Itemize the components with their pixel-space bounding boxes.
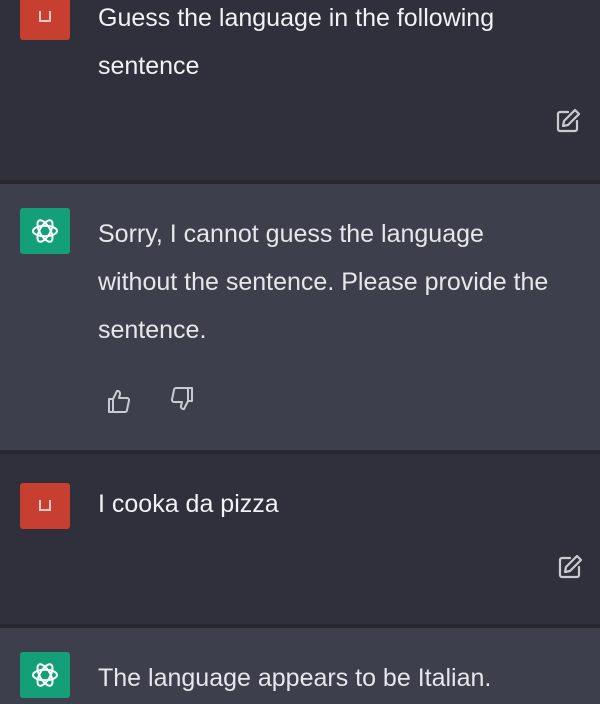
openai-logo-icon <box>32 219 58 243</box>
assistant-message: The language appears to be Italian. <box>0 628 600 704</box>
edit-icon <box>558 554 583 579</box>
assistant-avatar <box>20 208 70 254</box>
user-avatar-icon <box>39 500 51 511</box>
edit-icon <box>556 108 581 133</box>
user-message: I cooka da pizza <box>0 454 600 624</box>
message-text: I cooka da pizza <box>98 490 279 518</box>
assistant-message: Sorry, I cannot guess the language witho… <box>0 184 600 450</box>
openai-logo-icon <box>32 663 58 687</box>
message-text: Sorry, I cannot guess the language witho… <box>98 220 549 344</box>
message-text: Guess the language in the following sent… <box>98 4 495 80</box>
edit-button[interactable] <box>555 552 585 582</box>
user-avatar-icon <box>39 11 51 22</box>
user-message: Guess the language in the following sent… <box>0 0 600 180</box>
thumbs-down-button[interactable] <box>167 384 197 414</box>
assistant-avatar <box>20 652 70 698</box>
user-avatar <box>20 0 70 40</box>
thumbs-up-icon <box>108 389 131 413</box>
chat-thread: Guess the language in the following sent… <box>0 0 600 704</box>
user-avatar <box>20 483 70 529</box>
edit-button[interactable] <box>553 106 583 136</box>
thumbs-up-button[interactable] <box>104 386 134 416</box>
thumbs-down-icon <box>170 387 193 411</box>
message-text: The language appears to be Italian. <box>98 664 492 692</box>
